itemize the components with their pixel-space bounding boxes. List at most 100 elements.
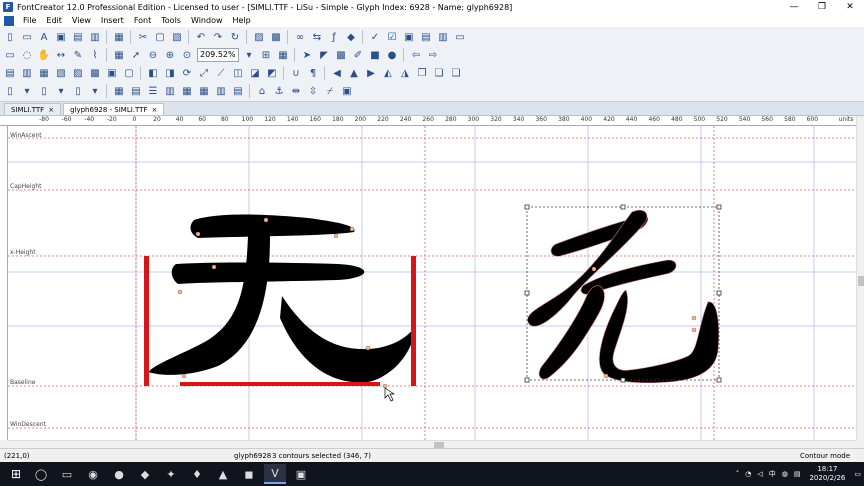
app-bird-icon[interactable]: ✦: [160, 464, 182, 484]
magnet-icon[interactable]: ∪: [288, 65, 304, 81]
page-paste-icon[interactable]: ▯: [70, 83, 86, 99]
dropdown-icon[interactable]: ▾: [53, 83, 69, 99]
triangle-b-icon[interactable]: ◮: [397, 65, 413, 81]
lock-icon[interactable]: ▩: [87, 65, 103, 81]
next-icon[interactable]: ⇨: [425, 47, 441, 63]
table-cols-icon[interactable]: ▥: [162, 83, 178, 99]
undo-icon[interactable]: ↶: [193, 29, 209, 45]
redo-icon[interactable]: ↷: [210, 29, 226, 45]
knife-icon[interactable]: ⌇: [87, 47, 103, 63]
vertical-scrollbar[interactable]: [856, 116, 864, 440]
layout-icon[interactable]: ▥: [435, 29, 451, 45]
zoom-select[interactable]: 209.52%: [197, 48, 239, 62]
contour-icon[interactable]: ◫: [230, 65, 246, 81]
hanger-icon[interactable]: ⌂: [254, 83, 270, 99]
tray-app-icon-2[interactable]: ▤: [794, 470, 801, 478]
document-icon[interactable]: [4, 15, 14, 26]
union-icon[interactable]: ❏: [431, 65, 447, 81]
kern-icon[interactable]: ⇹: [288, 83, 304, 99]
minimize-button[interactable]: —: [780, 0, 808, 14]
zoom-fit-icon[interactable]: ⊙: [179, 47, 195, 63]
triangle-a-icon[interactable]: ◭: [380, 65, 396, 81]
table-rows-icon[interactable]: ▤: [128, 83, 144, 99]
hand-icon[interactable]: ✋: [36, 47, 52, 63]
order-icon[interactable]: ◩: [264, 65, 280, 81]
columns-icon[interactable]: ▥: [213, 83, 229, 99]
image-icon[interactable]: ▦: [111, 47, 127, 63]
previous-icon[interactable]: ⇦: [408, 47, 424, 63]
sheet-icon[interactable]: ▤: [230, 83, 246, 99]
zoom-out-icon[interactable]: ⊖: [145, 47, 161, 63]
pair-icon[interactable]: ⇳: [305, 83, 321, 99]
distribute-icon[interactable]: ▦: [36, 65, 52, 81]
link-icon[interactable]: ∞: [292, 29, 308, 45]
rectangle-icon[interactable]: ■: [367, 47, 383, 63]
table-icon[interactable]: ▦: [111, 83, 127, 99]
menu-window[interactable]: Window: [186, 16, 228, 25]
ime-indicator[interactable]: 中: [769, 469, 776, 479]
align-icon[interactable]: ▤: [2, 65, 18, 81]
glyph-copy-icon[interactable]: ▩: [268, 29, 284, 45]
refresh-icon[interactable]: ↻: [227, 29, 243, 45]
volume-icon[interactable]: ◁: [757, 470, 762, 478]
wand-icon[interactable]: ⌿: [322, 83, 338, 99]
glyph-outline-left[interactable]: [148, 214, 416, 383]
arrow-tool-icon[interactable]: ➤: [299, 47, 315, 63]
save-icon[interactable]: ▣: [53, 29, 69, 45]
validate-icon[interactable]: ✓: [367, 29, 383, 45]
file-explorer-icon[interactable]: ▭: [56, 464, 78, 484]
photos-icon[interactable]: ▲: [212, 464, 234, 484]
table-grid-icon[interactable]: ▦: [179, 83, 195, 99]
edit-image-icon[interactable]: ✐: [350, 47, 366, 63]
scroll-thumb[interactable]: [858, 276, 864, 286]
save-all-icon[interactable]: ▤: [70, 29, 86, 45]
zoom-in-icon[interactable]: ⊕: [162, 47, 178, 63]
table-wide-icon[interactable]: ▦: [196, 83, 212, 99]
transform-icon[interactable]: ⇆: [309, 29, 325, 45]
ungroup-icon[interactable]: ▨: [70, 65, 86, 81]
formula-icon[interactable]: ƒ: [326, 29, 342, 45]
flip-h-icon[interactable]: ◧: [145, 65, 161, 81]
dropdown-icon[interactable]: ▾: [19, 83, 35, 99]
app-white-icon[interactable]: ▣: [290, 464, 312, 484]
zoom-window-icon[interactable]: ⊞: [258, 47, 274, 63]
table-list-icon[interactable]: ☰: [145, 83, 161, 99]
anchor-icon[interactable]: ⚓: [271, 83, 287, 99]
menu-insert[interactable]: Insert: [96, 16, 129, 25]
settings-panel-icon[interactable]: ▣: [339, 83, 355, 99]
triangle-left-icon[interactable]: ◀: [329, 65, 345, 81]
ellipse-icon[interactable]: ●: [384, 47, 400, 63]
glyph-canvas[interactable]: WinAscent CapHeight x-Height Baseline Wi…: [8, 126, 856, 440]
tray-app-icon[interactable]: ◍: [782, 470, 788, 478]
page-copy-icon[interactable]: ▯: [36, 83, 52, 99]
cut-icon[interactable]: ✂: [135, 29, 151, 45]
close-window-button[interactable]: ✕: [836, 0, 864, 14]
search-icon[interactable]: ◯: [30, 464, 52, 484]
new-icon[interactable]: ▯: [2, 29, 18, 45]
menu-edit[interactable]: Edit: [41, 16, 67, 25]
font-icon[interactable]: A: [36, 29, 52, 45]
horizontal-scrollbar[interactable]: [8, 440, 856, 448]
overlap-icon[interactable]: ◪: [247, 65, 263, 81]
chevron-down-icon[interactable]: ▾: [241, 47, 257, 63]
measure-icon[interactable]: ↔: [53, 47, 69, 63]
skew-icon[interactable]: ⟋: [213, 65, 229, 81]
open-icon[interactable]: ▭: [19, 29, 35, 45]
glyph-canvas-svg[interactable]: [8, 126, 856, 440]
app-blue-icon[interactable]: ◆: [134, 464, 156, 484]
rotate-icon[interactable]: ⟳: [179, 65, 195, 81]
app-dark-icon[interactable]: ◼: [238, 464, 260, 484]
preview-icon[interactable]: ▣: [401, 29, 417, 45]
combine-icon[interactable]: ▣: [104, 65, 120, 81]
monitor-icon[interactable]: ▭: [452, 29, 468, 45]
triangle-right-icon[interactable]: ▶: [363, 65, 379, 81]
network-icon[interactable]: ◔: [745, 470, 751, 478]
paragraph-icon[interactable]: ¶: [305, 65, 321, 81]
copy-icon[interactable]: ▢: [152, 29, 168, 45]
tab-glyph6928[interactable]: glyph6928 - SIMLI.TTF ×: [63, 103, 165, 115]
tab-simli-ttf[interactable]: SIMLI.TTF ×: [4, 103, 62, 115]
menu-view[interactable]: View: [67, 16, 96, 25]
align-center-icon[interactable]: ▥: [19, 65, 35, 81]
pen-icon[interactable]: ✎: [70, 47, 86, 63]
maximize-button[interactable]: ❐: [808, 0, 836, 14]
